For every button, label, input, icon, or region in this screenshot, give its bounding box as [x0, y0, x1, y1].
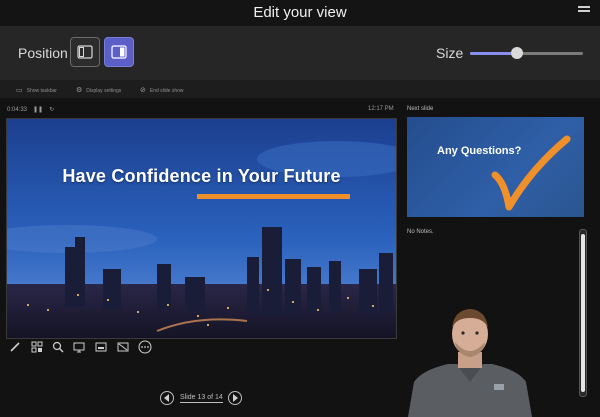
presenter-video-image	[408, 309, 532, 417]
speaker-notes: No Notes.	[407, 229, 434, 235]
size-slider-fill	[470, 52, 518, 55]
ribbon-taskbar[interactable]: ▭ Show taskbar	[16, 86, 57, 94]
previous-slide-button[interactable]	[160, 391, 174, 405]
arrow-right-icon	[233, 394, 238, 402]
position-label: Position	[18, 45, 68, 61]
window-title: Edit your view	[253, 4, 347, 21]
pen-icon[interactable]	[8, 340, 22, 354]
menu-icon[interactable]	[578, 6, 590, 18]
presenter-view: ▭ Show taskbar ⚙ Display settings ⊘ End sli…	[0, 80, 600, 417]
slide-navigation: Slide 13 of 14	[160, 391, 242, 407]
ribbon-display-settings[interactable]: ⚙ Display settings	[76, 86, 121, 94]
display-icon: ⚙	[76, 87, 83, 94]
arrow-left-icon	[164, 394, 169, 402]
size-label: Size	[436, 45, 464, 61]
zoom-icon[interactable]	[51, 340, 65, 354]
position-right-button[interactable]	[104, 37, 134, 67]
pause-icon: ❚❚	[33, 107, 44, 113]
see-all-slides-icon[interactable]	[30, 340, 44, 354]
end-show-icon: ⊘	[140, 87, 146, 94]
pointer-icon[interactable]	[72, 340, 86, 354]
subtitles-icon[interactable]	[116, 340, 130, 354]
restart-icon: ↻	[49, 107, 55, 113]
next-slide-preview[interactable]: Any Questions?	[407, 117, 584, 217]
black-screen-icon[interactable]	[94, 340, 108, 354]
slide-timer: 0:04:33 ❚❚ ↻	[7, 106, 60, 113]
layout-left-icon	[77, 45, 93, 59]
position-left-button[interactable]	[70, 37, 100, 67]
next-slide-label: Next slide	[407, 106, 434, 112]
slide-headline: Have Confidence in Your Future	[62, 166, 341, 186]
clock: 12:17 PM	[368, 106, 394, 112]
presenter-ribbon: ▭ Show taskbar ⚙ Display settings ⊘ End sli…	[0, 80, 600, 98]
ribbon-end-show[interactable]: ⊘ End slide show	[140, 86, 184, 94]
title-bar: Edit your view	[0, 0, 600, 26]
size-slider[interactable]	[470, 47, 583, 59]
slide-accent-bar	[197, 194, 350, 199]
taskbar-icon: ▭	[16, 87, 23, 94]
notes-scrollbar[interactable]	[579, 229, 587, 397]
city-skyline-image	[7, 119, 396, 338]
current-slide[interactable]: Have Confidence in Your Future	[6, 118, 397, 339]
next-slide-button[interactable]	[228, 391, 242, 405]
size-slider-thumb[interactable]	[511, 47, 524, 59]
notes-scrollbar-thumb[interactable]	[581, 234, 585, 392]
slide-counter[interactable]: Slide 13 of 14	[180, 394, 223, 403]
presenter-camera	[400, 290, 540, 417]
layout-right-icon	[111, 45, 127, 59]
checkmark-icon	[491, 135, 571, 211]
more-options-icon[interactable]	[138, 340, 152, 354]
view-toolbar: Position Size	[0, 26, 600, 80]
timer-value: 0:04:33	[7, 107, 28, 113]
